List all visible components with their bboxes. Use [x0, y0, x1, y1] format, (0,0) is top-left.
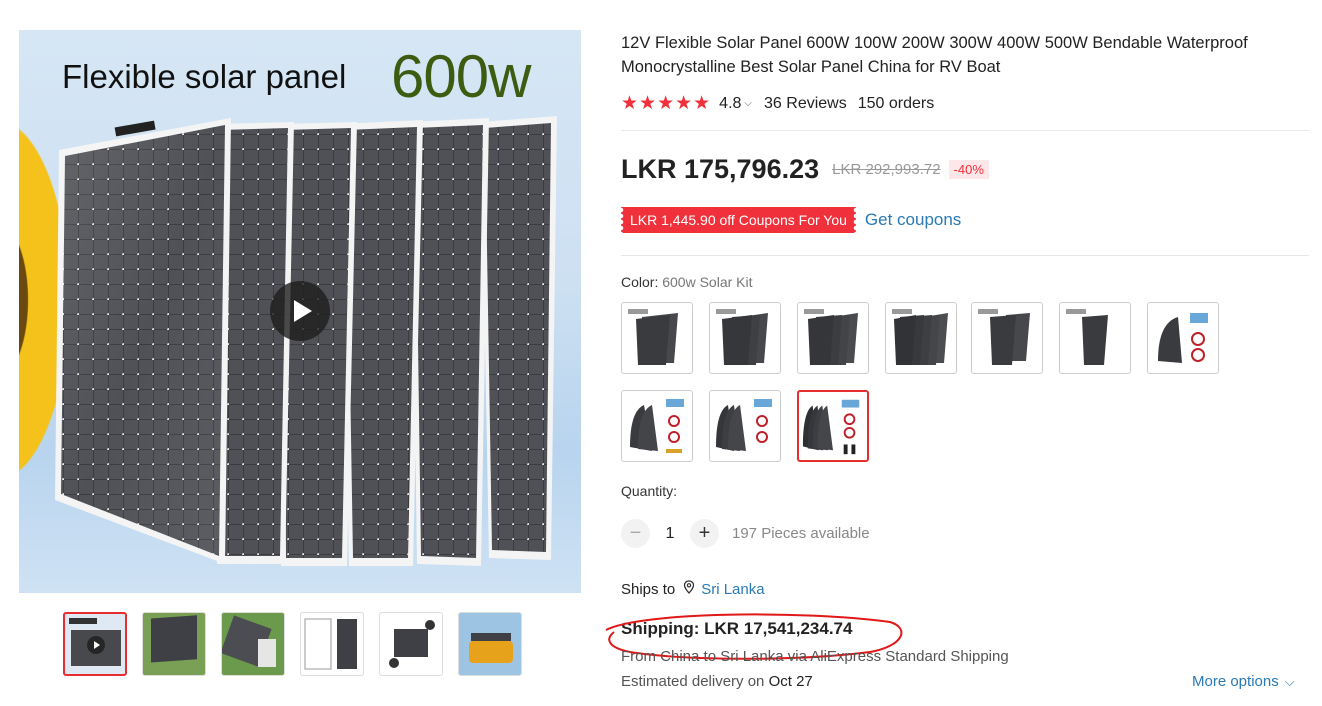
color-selected-value: 600w Solar Kit — [662, 274, 753, 290]
swatch-8-image — [630, 399, 684, 453]
thumbnail-1[interactable] — [63, 612, 127, 676]
swatch-3-image — [804, 309, 858, 365]
more-options-label: More options — [1192, 673, 1279, 690]
coupon-row: LKR 1,445.90 off Coupons For You Get cou… — [621, 207, 961, 233]
more-options-link[interactable]: More options ⌵ — [1192, 673, 1295, 690]
color-swatch-3[interactable] — [797, 302, 869, 374]
thumbnail-3[interactable] — [221, 612, 285, 676]
swatch-4-image — [892, 309, 948, 365]
ships-to-row: Ships to Sri Lanka — [621, 580, 765, 598]
image-watt-text: 600w — [391, 43, 531, 110]
swatch-1-image — [628, 309, 678, 365]
pieces-available: 197 Pieces available — [732, 525, 870, 542]
color-swatch-7[interactable] — [1147, 302, 1219, 374]
quantity-value[interactable]: 1 — [650, 525, 690, 543]
product-title: 12V Flexible Solar Panel 600W 100W 200W … — [621, 34, 1248, 76]
color-swatch-1[interactable] — [621, 302, 693, 374]
reviews-link[interactable]: 36 Reviews — [764, 95, 847, 113]
ship-country-link[interactable]: Sri Lanka — [701, 581, 764, 598]
orders-count: 150 orders — [857, 94, 935, 112]
thumbnail-2-image — [151, 615, 197, 663]
color-swatch-4[interactable] — [885, 302, 957, 374]
chevron-down-icon[interactable]: ⌵ — [744, 98, 752, 109]
image-title-text: Flexible solar panel — [62, 58, 347, 95]
coupon-badge[interactable]: LKR 1,445.90 off Coupons For You — [621, 207, 856, 233]
shipping-detail: From China to Sri Lanka via AliExpress S… — [621, 648, 1009, 665]
color-label: Color: 600w Solar Kit — [621, 274, 753, 290]
color-swatch-6[interactable] — [1059, 302, 1131, 374]
color-label-text: Color: — [621, 274, 663, 290]
thumbnail-3-image — [222, 615, 276, 667]
thumbnail-4-image — [304, 618, 357, 670]
star-rating-icon: ★★★★★ — [621, 93, 712, 114]
swatch-2-image — [716, 309, 768, 365]
quantity-decrease-button[interactable]: − — [621, 519, 650, 548]
thumbnail-2[interactable] — [142, 612, 206, 676]
thumbnail-strip — [63, 612, 522, 676]
discount-badge: -40% — [948, 160, 989, 179]
location-pin-icon — [683, 580, 695, 598]
quantity-stepper: − 1 + 197 Pieces available — [621, 519, 870, 548]
estimated-delivery: Estimated delivery on Oct 27 — [621, 673, 813, 690]
thumbnail-5[interactable] — [379, 612, 443, 676]
thumbnail-4[interactable] — [300, 612, 364, 676]
get-coupons-link[interactable]: Get coupons — [865, 210, 961, 230]
quantity-label: Quantity: — [621, 483, 678, 499]
ships-to-label: Ships to — [621, 580, 676, 598]
price-row: LKR 175,796.23 LKR 292,993.72 -40% — [621, 154, 989, 185]
play-video-button[interactable] — [270, 281, 330, 341]
chevron-down-icon: ⌵ — [1284, 674, 1295, 689]
color-swatch-10-selected[interactable] — [797, 390, 869, 462]
main-product-image[interactable]: Flexible solar panel 600w — [19, 30, 581, 593]
swatch-9-image — [716, 399, 772, 451]
thumbnail-5-image — [389, 620, 435, 668]
rating-value[interactable]: 4.8 — [719, 95, 741, 113]
color-swatch-8[interactable] — [621, 390, 693, 462]
original-price: LKR 292,993.72 — [832, 161, 941, 178]
swatch-10-image — [802, 399, 860, 455]
quantity-increase-button[interactable]: + — [690, 519, 719, 548]
delivery-date: Oct 27 — [768, 673, 813, 690]
swatch-6-image — [1066, 309, 1108, 365]
swatch-5-image — [978, 309, 1030, 365]
current-price: LKR 175,796.23 — [621, 154, 820, 184]
divider — [621, 130, 1309, 131]
swatch-7-image — [1158, 313, 1208, 363]
color-swatch-2[interactable] — [709, 302, 781, 374]
thumbnail-play-icon — [87, 636, 105, 654]
color-swatch-9[interactable] — [709, 390, 781, 462]
delivery-label: Estimated delivery on — [621, 673, 769, 690]
thumbnail-6[interactable] — [458, 612, 522, 676]
thumbnail-6-image — [469, 633, 513, 663]
color-swatch-5[interactable] — [971, 302, 1043, 374]
shipping-cost: Shipping: LKR 17,541,234.74 — [621, 619, 853, 638]
divider — [621, 255, 1309, 256]
rating-row: ★★★★★ 4.8 ⌵ 36 Reviews 150 orders — [621, 92, 934, 115]
